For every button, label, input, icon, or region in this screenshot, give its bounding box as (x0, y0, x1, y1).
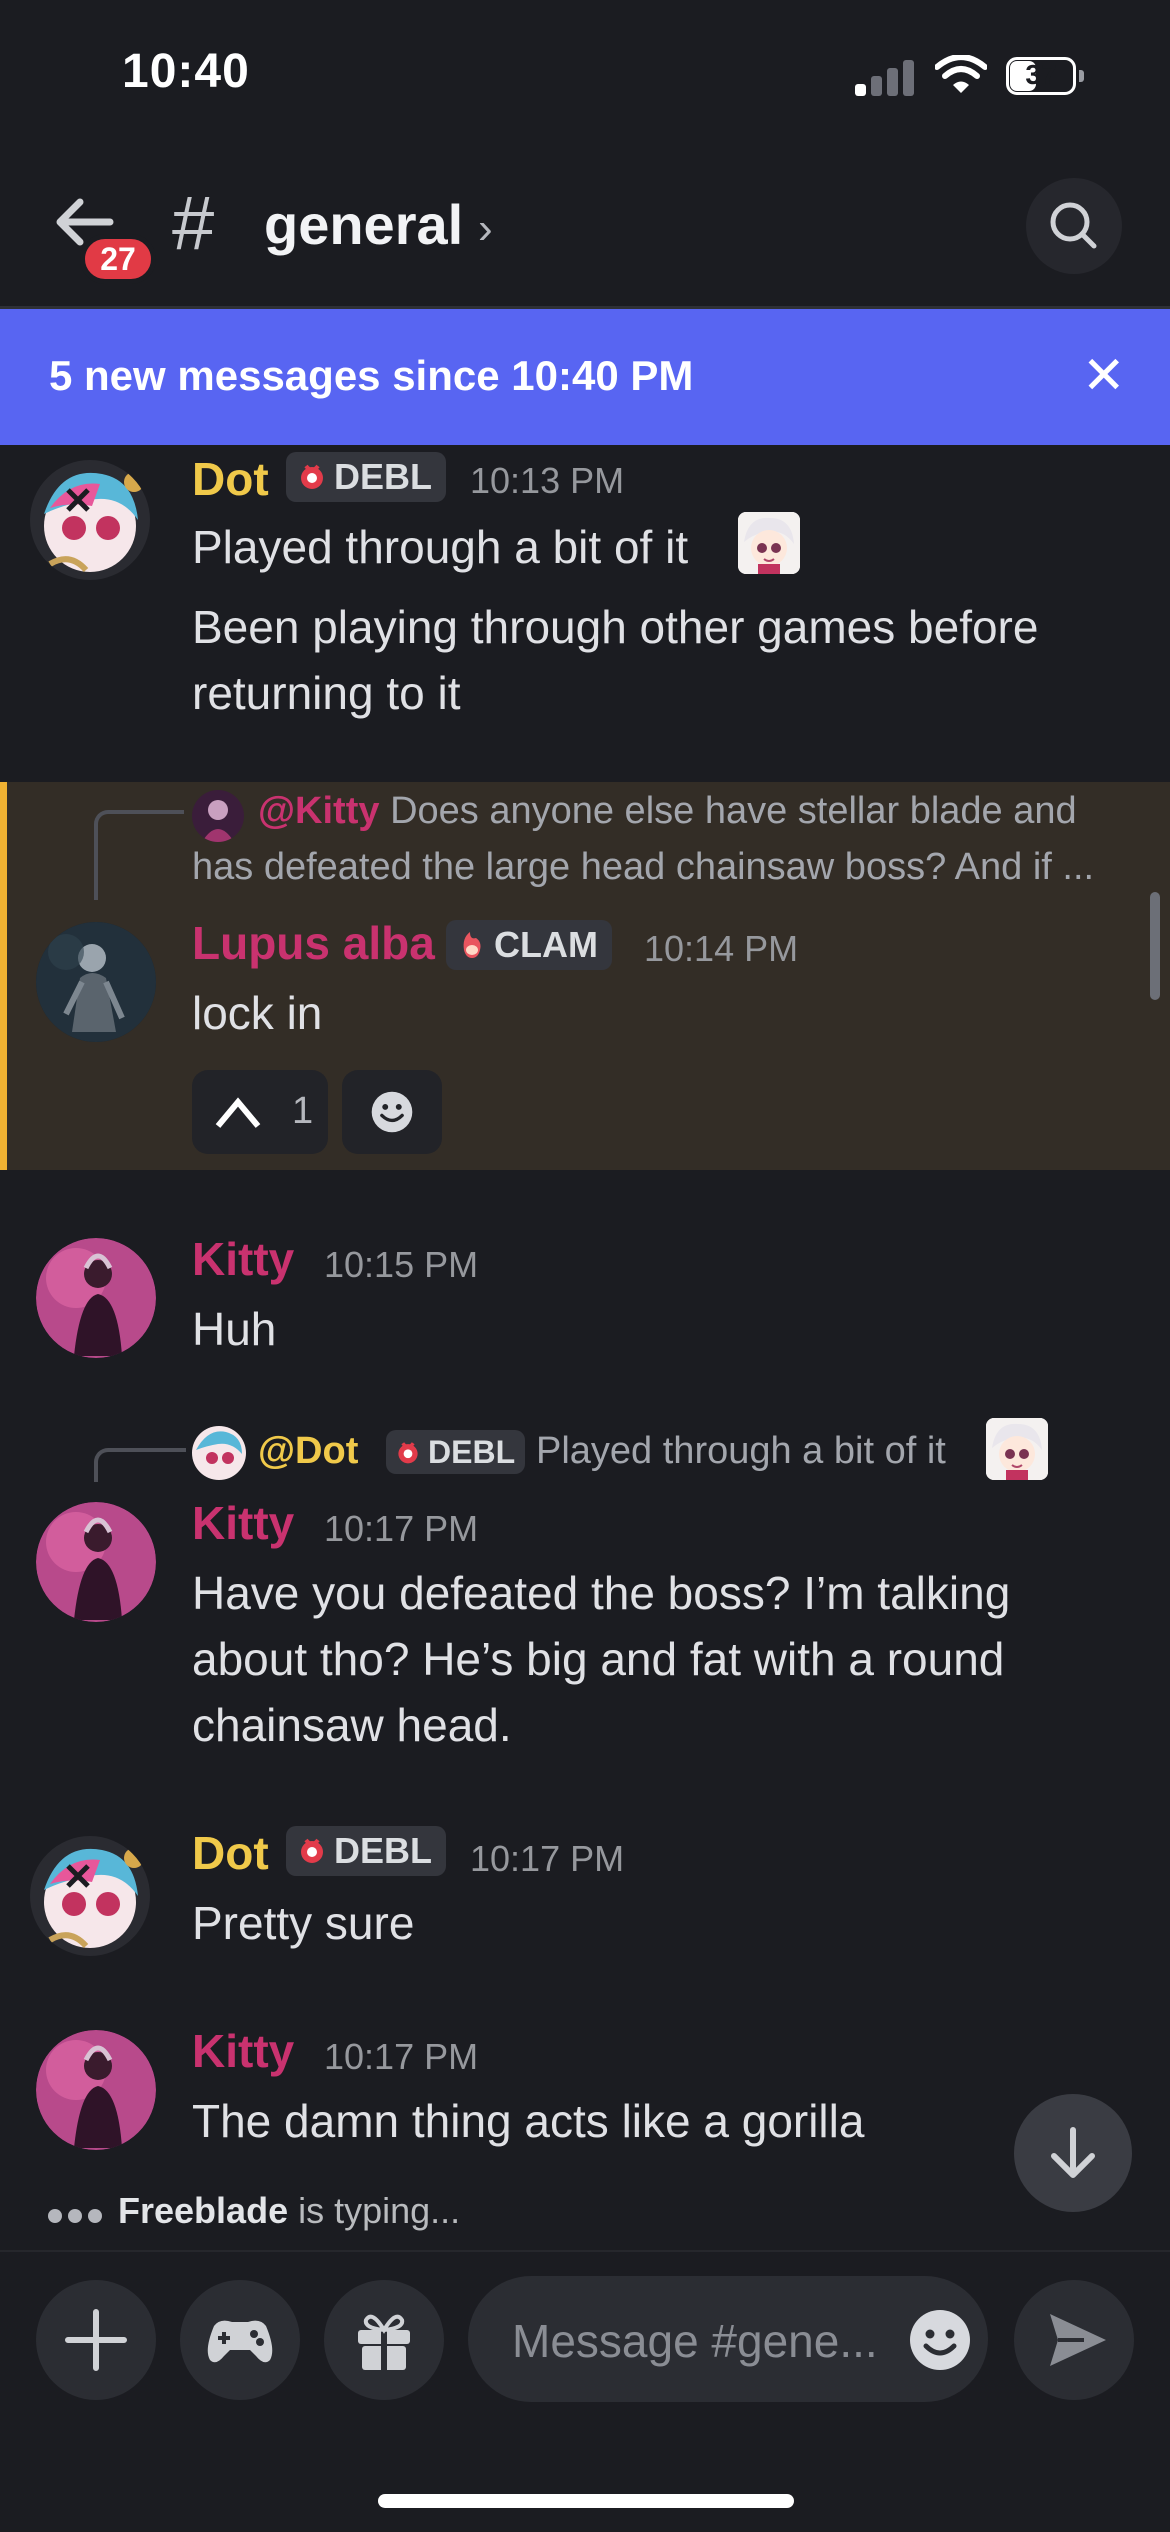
avatar[interactable] (36, 1238, 156, 1358)
typing-user: Freeblade (118, 2190, 289, 2231)
message-text: chainsaw head. (192, 1699, 512, 1751)
message-author[interactable]: Kitty (192, 2024, 294, 2078)
reply-avatar[interactable] (192, 790, 244, 842)
reaction-button[interactable]: 1 (192, 1070, 328, 1154)
emoji-sticker (738, 512, 800, 574)
role-tag-label: CLAM (494, 924, 598, 965)
battery-level: 37 (1025, 59, 1057, 90)
battery-icon: 37 (1006, 57, 1084, 95)
message-timestamp: 10:15 PM (324, 1244, 479, 1285)
role-tag[interactable]: DEBL (286, 452, 446, 502)
role-tag-label: DEBL (334, 456, 432, 497)
channel-hash-icon: # (172, 181, 215, 266)
search-icon (1050, 202, 1097, 249)
gift-icon (358, 2314, 410, 2370)
avatar[interactable] (30, 460, 150, 580)
role-tag-icon (301, 465, 323, 490)
role-tag-icon (301, 1839, 323, 1864)
mention-highlight-bar (0, 782, 7, 1170)
jump-to-bottom-button[interactable] (1014, 2094, 1132, 2212)
role-tag[interactable]: DEBL (386, 1430, 526, 1474)
avatar[interactable] (36, 1502, 156, 1622)
avatar[interactable] (30, 1836, 150, 1956)
reply-avatar[interactable] (192, 1426, 246, 1480)
reply-connector (94, 1448, 186, 1482)
message-text: Played through a bit of it (192, 521, 689, 573)
message-input-placeholder[interactable]: Message #gene... (512, 2314, 892, 2368)
role-tag[interactable]: CLAM (446, 920, 612, 970)
reaction-count: 1 (292, 1090, 314, 1132)
message-timestamp: 10:13 PM (470, 460, 625, 501)
message-timestamp: 10:17 PM (470, 1838, 625, 1879)
message-text: about tho? He’s big and fat with a round (192, 1633, 1005, 1685)
message-author[interactable]: Dot (192, 452, 269, 506)
unread-count-badge: 27 (80, 234, 156, 284)
message-timestamp: 10:14 PM (644, 928, 799, 969)
role-tag[interactable]: DEBL (286, 1826, 446, 1876)
message-input[interactable]: Message #gene... (468, 2276, 988, 2402)
status-time: 10:40 (122, 45, 250, 98)
message-text: returning to it (192, 667, 461, 719)
role-tag-label: DEBL (428, 1434, 516, 1470)
message-text: Pretty sure (192, 1897, 415, 1949)
activities-button[interactable] (180, 2280, 300, 2400)
typing-dots-icon (48, 2190, 108, 2231)
reply-preview-text-2[interactable]: has defeated the large head chainsaw bos… (192, 846, 1132, 889)
plus-icon (65, 2309, 127, 2371)
wifi-icon (934, 54, 988, 95)
message-text: lock in (192, 987, 323, 1039)
send-button[interactable] (1014, 2280, 1134, 2400)
emoji-picker-icon[interactable] (908, 2308, 972, 2372)
emoji-sticker (986, 1418, 1048, 1480)
message-timestamp: 10:17 PM (324, 2036, 479, 2077)
typing-suffix: is typing... (288, 2190, 461, 2231)
message-timestamp: 10:17 PM (324, 1508, 479, 1549)
role-tag-icon (398, 1441, 418, 1463)
gift-button[interactable] (324, 2280, 444, 2400)
emoji-smile-icon (371, 1091, 413, 1133)
home-indicator[interactable] (378, 2494, 794, 2508)
reply-preview[interactable]: @Kitty Does anyone else have stellar bla… (258, 790, 1138, 833)
chevron-right-icon[interactable]: › (478, 204, 493, 254)
channel-name[interactable]: general (264, 192, 463, 257)
composer-divider (0, 2250, 1170, 2252)
typing-indicator: Freeblade is typing... (48, 2190, 460, 2232)
message-author[interactable]: Dot (192, 1826, 269, 1880)
message-text: The damn thing acts like a gorilla (192, 2095, 865, 2147)
game-controller-icon (207, 2320, 273, 2363)
new-messages-text[interactable]: 5 new messages since 10:40 PM (49, 352, 693, 400)
reply-preview-text: Does anyone else have stellar blade and (390, 790, 1077, 832)
message-author[interactable]: Kitty (192, 1496, 294, 1550)
message-author[interactable]: Lupus alba (192, 916, 435, 970)
arrow-down-icon (1051, 2127, 1095, 2178)
reply-mention[interactable]: @Kitty (258, 790, 380, 832)
scrollbar[interactable] (1150, 892, 1160, 1000)
role-tag-label: DEBL (334, 1830, 432, 1871)
role-tag-icon (463, 932, 481, 959)
caret-up-icon (215, 1097, 261, 1128)
send-icon (1050, 2314, 1106, 2366)
message-text: Huh (192, 1303, 277, 1355)
close-icon[interactable]: ✕ (1082, 350, 1126, 402)
reply-preview-text[interactable]: Played through a bit of it (536, 1430, 946, 1473)
message-text: Been playing through other games before (192, 601, 1039, 653)
cellular-signal-icon (855, 60, 915, 96)
message-text: Have you defeated the boss? I’m talking (192, 1567, 1011, 1619)
add-reaction-button[interactable] (342, 1070, 442, 1154)
add-attachment-button[interactable] (36, 2280, 156, 2400)
avatar[interactable] (36, 922, 156, 1042)
reply-mention[interactable]: @Dot (258, 1430, 358, 1472)
avatar[interactable] (36, 2030, 156, 2150)
search-button[interactable] (1026, 178, 1122, 274)
reply-preview[interactable]: @Dot (258, 1430, 358, 1473)
reply-connector (94, 810, 184, 900)
message-author[interactable]: Kitty (192, 1232, 294, 1286)
